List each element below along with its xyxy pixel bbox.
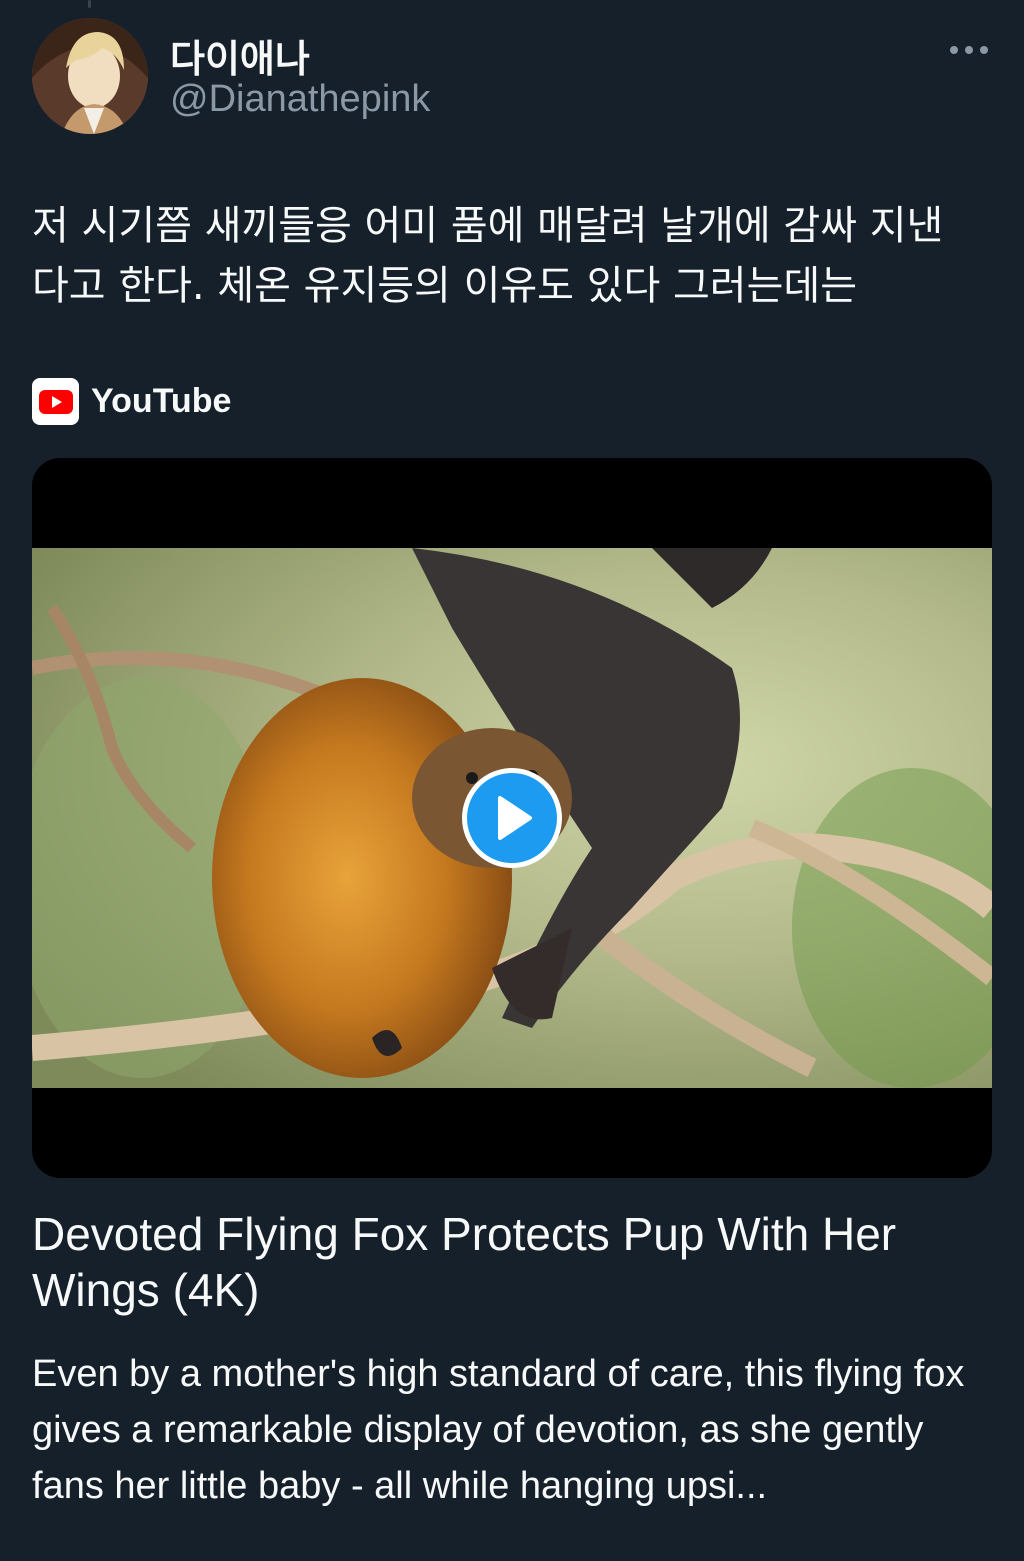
tweet-text: 저 시기쯤 새끼들응 어미 품에 매달려 날개에 감싸 지낸 다고 한다. 체온… [32,203,944,309]
more-options-button[interactable] [944,30,994,70]
avatar-image [32,18,148,134]
play-button[interactable] [462,768,562,868]
thread-connector-line [88,0,91,8]
author-handle[interactable]: @Dianathepink [170,78,430,121]
card-description: Even by a mother's high standard of care… [32,1353,965,1507]
video-thumbnail[interactable] [32,458,992,1178]
card-title[interactable]: Devoted Flying Fox Protects Pup With Her… [32,1206,992,1318]
author-display-name[interactable]: 다이애나 [170,28,310,83]
card-source-label: YouTube [91,382,232,420]
more-horizontal-icon [950,46,988,54]
play-icon [498,796,532,840]
card-source[interactable]: YouTube [32,378,231,425]
avatar[interactable] [32,18,148,134]
youtube-icon [32,378,79,425]
